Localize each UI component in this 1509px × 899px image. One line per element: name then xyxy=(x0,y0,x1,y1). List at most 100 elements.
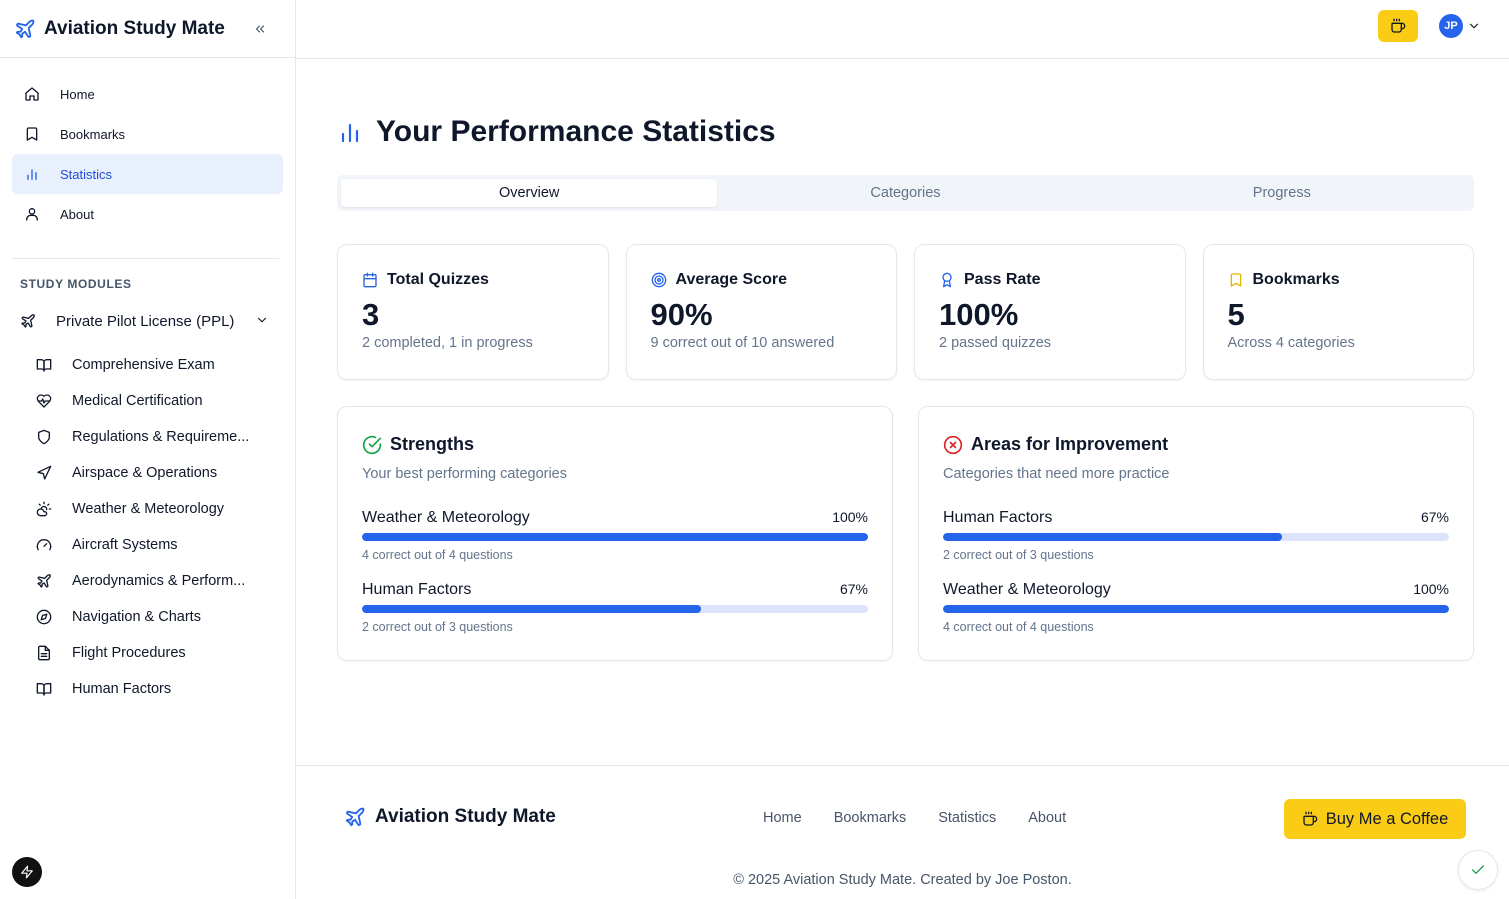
panel-description: Categories that need more practice xyxy=(943,466,1170,482)
sub-item-human-factors[interactable]: Human Factors xyxy=(36,671,295,707)
sub-item-label: Aircraft Systems xyxy=(72,537,178,553)
buy-me-coffee-button[interactable]: Buy Me a Coffee xyxy=(1284,799,1466,839)
bar-chart-icon xyxy=(341,123,359,143)
copyright: © 2025 Aviation Study Mate. Created by J… xyxy=(733,872,1072,888)
sidebar-nav: Home Bookmarks Statistics About xyxy=(0,58,295,234)
sidebar-item-about[interactable]: About xyxy=(12,194,283,234)
footer-link-bookmarks[interactable]: Bookmarks xyxy=(834,810,907,826)
coffee-cup-icon xyxy=(1391,18,1406,33)
module-ppl[interactable]: Private Pilot License (PPL) xyxy=(0,301,295,341)
stat-title: Average Score xyxy=(675,271,787,288)
tab-progress[interactable]: Progress xyxy=(1094,179,1470,207)
check-circle-icon xyxy=(362,435,382,455)
sub-item-medical-certification[interactable]: Medical Certification xyxy=(36,383,295,419)
stat-value: 5 xyxy=(1227,297,1245,332)
stats-tabs: Overview Categories Progress xyxy=(337,175,1474,211)
stat-subtitle: Across 4 categories xyxy=(1227,335,1355,351)
sub-item-comprehensive-exam[interactable]: Comprehensive Exam xyxy=(36,347,295,383)
tab-overview[interactable]: Overview xyxy=(341,179,718,207)
sub-item-aerodynamics[interactable]: Aerodynamics & Perform... xyxy=(36,563,295,599)
panel-title: Areas for Improvement xyxy=(971,434,1169,454)
sub-item-label: Airspace & Operations xyxy=(72,465,218,481)
sidebar-item-statistics[interactable]: Statistics xyxy=(12,154,283,194)
coffee-top-button[interactable] xyxy=(1378,10,1418,42)
stat-title: Pass Rate xyxy=(964,271,1041,288)
sidebar-item-label: About xyxy=(60,206,94,222)
progress-bar xyxy=(362,605,868,613)
metric-note: 4 correct out of 4 questions xyxy=(943,620,1094,634)
sidebar-brand: Aviation Study Mate xyxy=(0,0,295,58)
stat-value: 3 xyxy=(362,297,380,332)
progress-bar xyxy=(943,605,1449,613)
panel-description: Your best performing categories xyxy=(362,466,567,482)
footer: Aviation Study Mate Home Bookmarks Stati… xyxy=(296,765,1509,899)
avatar[interactable]: JP xyxy=(1439,14,1463,38)
footer-brand: Aviation Study Mate xyxy=(344,806,556,828)
status-check-button[interactable] xyxy=(1458,850,1498,890)
home-icon xyxy=(24,86,40,102)
stat-card-bookmarks: Bookmarks 5 Across 4 categories xyxy=(1202,244,1474,380)
sidebar-item-home[interactable]: Home xyxy=(12,74,283,114)
bookmark-icon xyxy=(1228,272,1244,288)
progress-bar xyxy=(943,533,1449,541)
lightning-icon xyxy=(21,865,33,879)
sub-item-label: Comprehensive Exam xyxy=(72,357,215,373)
bar-chart-icon xyxy=(24,166,40,182)
footer-app-name: Aviation Study Mate xyxy=(375,806,556,827)
metric-note: 2 correct out of 3 questions xyxy=(943,548,1094,562)
calendar-icon xyxy=(362,272,378,288)
progress-bar-fill xyxy=(362,605,702,613)
user-icon xyxy=(24,206,40,222)
chevrons-left-icon xyxy=(255,25,265,33)
sidebar-item-label: Statistics xyxy=(60,166,113,182)
coffee-button-label: Buy Me a Coffee xyxy=(1325,809,1449,828)
footer-link-about[interactable]: About xyxy=(1028,810,1066,826)
progress-bar-fill xyxy=(362,533,868,541)
metric-percent: 67% xyxy=(839,581,868,597)
navigation-icon xyxy=(36,465,52,481)
stat-cards: Total Quizzes 3 2 completed, 1 in progre… xyxy=(337,244,1474,380)
sidebar-item-label: Bookmarks xyxy=(60,126,126,142)
stat-subtitle: 9 correct out of 10 answered xyxy=(650,335,835,351)
bookmark-icon xyxy=(24,126,40,142)
stat-value: 90% xyxy=(650,297,713,332)
sub-item-navigation[interactable]: Navigation & Charts xyxy=(36,599,295,635)
stat-subtitle: 2 completed, 1 in progress xyxy=(362,335,533,351)
heart-pulse-icon xyxy=(36,393,52,409)
progress-bar-fill xyxy=(943,533,1283,541)
sub-item-flight-procedures[interactable]: Flight Procedures xyxy=(36,635,295,671)
sub-item-aircraft-systems[interactable]: Aircraft Systems xyxy=(36,527,295,563)
footer-link-home[interactable]: Home xyxy=(763,810,802,826)
dev-tools-button[interactable] xyxy=(12,857,42,887)
sidebar-item-bookmarks[interactable]: Bookmarks xyxy=(12,114,283,154)
sub-item-label: Weather & Meteorology xyxy=(72,501,225,517)
plane-logo-icon xyxy=(345,807,365,827)
sub-item-weather[interactable]: Weather & Meteorology xyxy=(36,491,295,527)
tab-categories[interactable]: Categories xyxy=(717,179,1093,207)
footer-link-statistics[interactable]: Statistics xyxy=(938,810,996,826)
performance-panels: Strengths Your best performing categorie… xyxy=(337,406,1474,661)
study-modules-label: STUDY MODULES xyxy=(20,277,132,291)
improvement-panel: Areas for Improvement Categories that ne… xyxy=(918,406,1474,661)
chevron-down-icon[interactable] xyxy=(1467,19,1481,38)
module-label: Private Pilot License (PPL) xyxy=(56,312,235,330)
stat-value: 100% xyxy=(939,297,1019,332)
metric-percent: 100% xyxy=(832,509,868,525)
chevron-down-icon[interactable] xyxy=(255,313,269,331)
sub-item-airspace[interactable]: Airspace & Operations xyxy=(36,455,295,491)
plane-logo-icon xyxy=(14,18,36,40)
x-circle-icon xyxy=(943,435,963,455)
metric-item: Weather & Meteorology 100% 4 correct out… xyxy=(362,509,868,562)
collapse-sidebar-button[interactable] xyxy=(249,18,271,40)
app-name: Aviation Study Mate xyxy=(44,17,225,39)
metric-note: 4 correct out of 4 questions xyxy=(362,548,513,562)
topbar: JP xyxy=(296,0,1509,59)
page-heading: Your Performance Statistics xyxy=(376,115,776,148)
page-title: Your Performance Statistics xyxy=(338,115,776,149)
cloud-sun-icon xyxy=(36,501,52,517)
stat-card-total-quizzes: Total Quizzes 3 2 completed, 1 in progre… xyxy=(337,244,609,380)
module-sub-list: Comprehensive Exam Medical Certification… xyxy=(0,347,295,707)
sub-item-regulations[interactable]: Regulations & Requireme... xyxy=(36,419,295,455)
stat-title: Bookmarks xyxy=(1252,271,1340,288)
stat-card-average-score: Average Score 90% 9 correct out of 10 an… xyxy=(625,244,897,380)
